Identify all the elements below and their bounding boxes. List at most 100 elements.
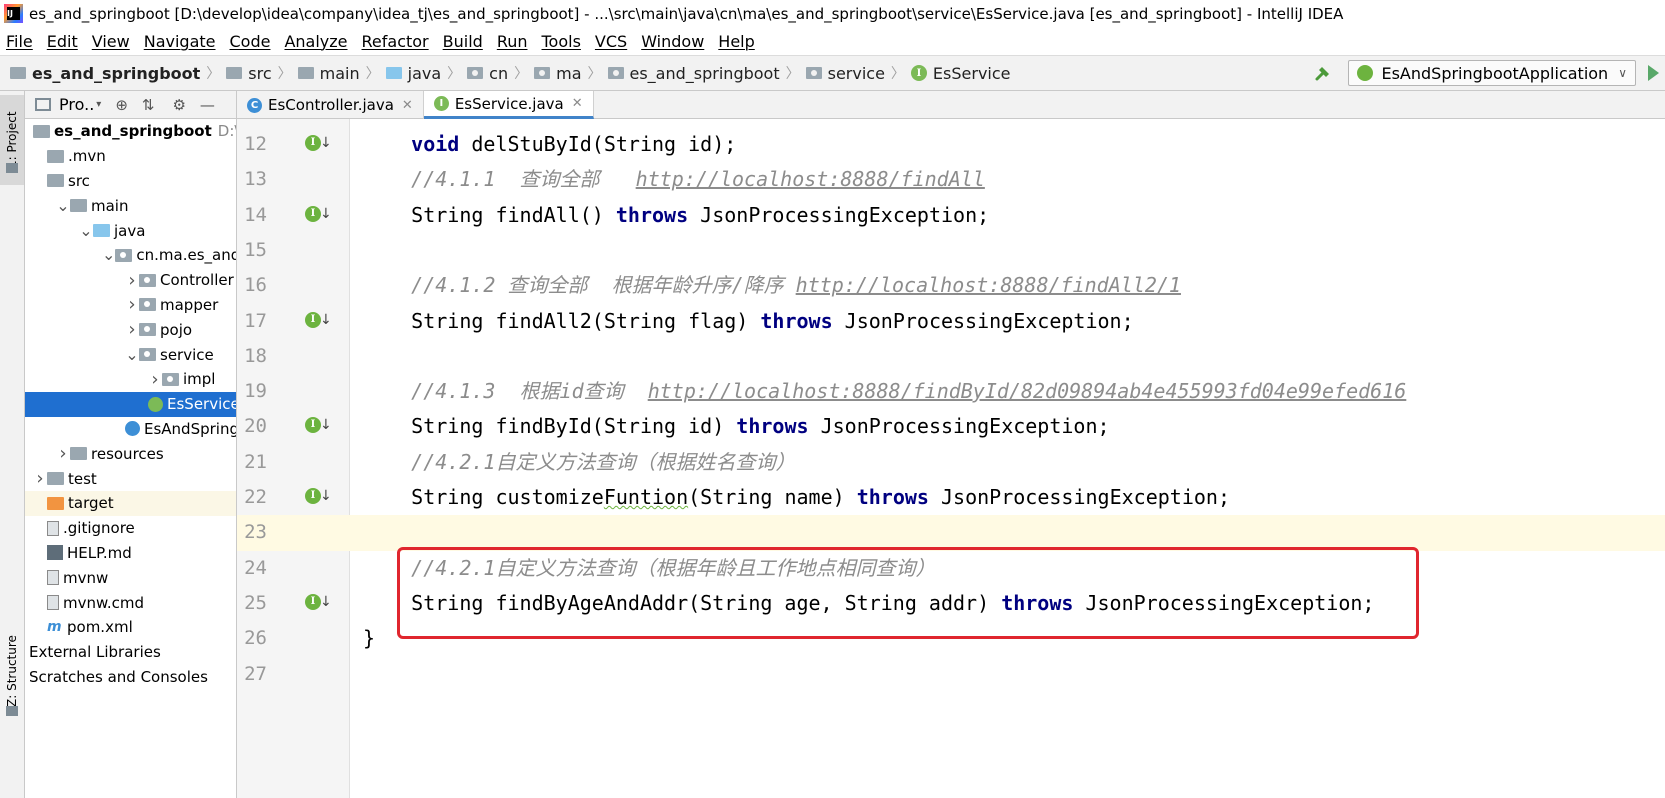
menu-view[interactable]: View — [92, 32, 130, 51]
breadcrumb-ma[interactable]: ma 〉 — [534, 63, 607, 83]
tree-item[interactable]: .mvn — [25, 144, 236, 169]
breadcrumb-java[interactable]: java 〉 — [385, 63, 468, 83]
menu-tools[interactable]: Tools — [542, 32, 581, 51]
chevron-down-icon[interactable]: ⌄ — [102, 247, 115, 263]
navigation-bar: es_and_springboot 〉 src 〉 main 〉 java 〉 cn 〉 … — [0, 55, 1665, 91]
tree-item[interactable]: target — [25, 491, 236, 516]
tab-esservice[interactable]: I EsService.java ✕ — [423, 91, 594, 119]
tree-item[interactable]: mvnw.cmd — [25, 590, 236, 615]
line-number: 14 — [244, 203, 267, 226]
chevron-right-icon[interactable]: › — [33, 468, 47, 489]
tree-item[interactable]: › resources — [25, 441, 236, 466]
breadcrumb-service[interactable]: service 〉 — [805, 63, 911, 83]
close-icon[interactable]: ✕ — [572, 96, 583, 111]
code-line[interactable]: 27 — [237, 657, 1665, 692]
tree-item[interactable]: ⌄ main — [25, 193, 236, 218]
code-line[interactable]: 23 — [237, 515, 1665, 551]
tree-item[interactable]: HELP.md — [25, 541, 236, 566]
gear-icon[interactable]: ⚙ — [172, 96, 185, 114]
tree-item[interactable]: Scratches and Consoles — [25, 665, 236, 690]
implemented-marker-icon[interactable]: I — [305, 205, 321, 222]
menu-analyze[interactable]: Analyze — [284, 32, 347, 51]
breadcrumb-cn[interactable]: cn 〉 — [467, 63, 534, 83]
menu-window[interactable]: Window — [641, 32, 704, 51]
chevron-right-icon[interactable]: › — [125, 319, 139, 340]
tree-item[interactable]: › pojo — [25, 317, 236, 342]
tree-item[interactable]: External Libraries — [25, 640, 236, 665]
tree-item[interactable]: ⌄ java — [25, 218, 236, 243]
run-configuration-select[interactable]: EsAndSpringbootApplication ∨ — [1348, 60, 1636, 86]
code-line[interactable]: 19 //4.1.3 根据id查询 http://localhost:8888/… — [237, 374, 1665, 409]
tree-item[interactable]: mvnw — [25, 565, 236, 590]
code-line[interactable]: 17 I ↓ String findAll2(String flag) throws… — [237, 304, 1665, 339]
code-text: //4.2.1自定义方法查询（根据姓名查询） — [363, 445, 795, 480]
menu-build[interactable]: Build — [443, 32, 483, 51]
tab-escontroller[interactable]: C EsController.java ✕ — [237, 91, 424, 119]
menu-run[interactable]: Run — [497, 32, 528, 51]
tree-item[interactable]: m pom.xml — [25, 615, 236, 640]
breadcrumb-es-and-springboot[interactable]: es_and_springboot 〉 — [607, 63, 806, 83]
code-line[interactable]: 21 //4.2.1自定义方法查询（根据姓名查询） — [237, 445, 1665, 480]
tree-item[interactable]: src — [25, 169, 236, 194]
breadcrumb-project[interactable]: es_and_springboot 〉 — [10, 63, 226, 83]
code-line[interactable]: 16 //4.1.2 查询全部 根据年龄升序/降序 http://localho… — [237, 268, 1665, 303]
chevron-down-icon[interactable]: ▾ — [96, 99, 101, 110]
code-line[interactable]: 20 I ↓ String findById(String id) throws J… — [237, 409, 1665, 444]
tree-item[interactable]: .gitignore — [25, 516, 236, 541]
tree-item[interactable]: EsAndSpringl — [25, 417, 236, 442]
chevron-right-icon[interactable]: › — [148, 369, 162, 390]
implemented-marker-icon[interactable]: I — [305, 311, 321, 328]
code-line[interactable]: 15 — [237, 233, 1665, 268]
menu-refactor[interactable]: Refactor — [362, 32, 429, 51]
project-view-selector[interactable]: Pro.. — [59, 95, 94, 114]
breadcrumb-esservice[interactable]: I EsService — [910, 64, 1011, 83]
menu-code[interactable]: Code — [230, 32, 271, 51]
tree-item[interactable]: es_and_springboot D:\develo — [25, 119, 236, 144]
close-icon[interactable]: ✕ — [402, 98, 413, 113]
code-line[interactable]: 14 I ↓ String findAll() throws JsonProcess… — [237, 198, 1665, 233]
code-editor[interactable]: 12 I ↓ void delStuById(String id); 13 //4.1… — [237, 119, 1665, 798]
implemented-marker-icon[interactable]: I — [305, 593, 321, 610]
menu-help[interactable]: Help — [718, 32, 754, 51]
collapse-all-icon[interactable]: ⇅ — [142, 96, 155, 114]
chevron-right-icon[interactable]: › — [125, 270, 139, 291]
build-hammer-icon[interactable] — [1314, 64, 1332, 82]
code-comment-link[interactable]: http://localhost:8888/findById/82d09894a… — [648, 379, 1407, 403]
code-comment-link[interactable]: http://localhost:8888/findAll — [636, 167, 985, 191]
chevron-down-icon[interactable]: ⌄ — [125, 346, 139, 362]
line-number: 26 — [244, 627, 267, 650]
tree-item[interactable]: › Controller — [25, 268, 236, 293]
code-comment-link[interactable]: http://localhost:8888/findAll2/1 — [796, 273, 1181, 297]
hide-panel-icon[interactable]: — — [200, 96, 215, 114]
line-number: 13 — [244, 168, 267, 191]
tree-item[interactable]: › test — [25, 466, 236, 491]
implemented-marker-icon[interactable]: I — [305, 417, 321, 434]
chevron-down-icon[interactable]: ⌄ — [56, 197, 70, 213]
code-line[interactable]: 22 I ↓ String customizeFuntion(String name… — [237, 480, 1665, 515]
breadcrumb-main[interactable]: main 〉 — [297, 63, 386, 83]
code-line[interactable]: 12 I ↓ void delStuById(String id); — [237, 127, 1665, 162]
code-line[interactable]: 18 — [237, 339, 1665, 374]
code-line[interactable]: 13 //4.1.1 查询全部 http://localhost:8888/fi… — [237, 162, 1665, 197]
tree-item[interactable]: ⌄ cn.ma.es_and_sp — [25, 243, 236, 268]
menu-file[interactable]: File — [6, 32, 33, 51]
menu-navigate[interactable]: Navigate — [144, 32, 216, 51]
menu-edit[interactable]: Edit — [47, 32, 78, 51]
breadcrumb-src[interactable]: src 〉 — [226, 63, 297, 83]
chevron-down-icon[interactable]: ⌄ — [79, 222, 93, 238]
tree-item[interactable]: › impl — [25, 367, 236, 392]
tree-item[interactable]: EsService — [25, 391, 236, 417]
implemented-marker-icon[interactable]: I — [305, 135, 321, 151]
tree-item[interactable]: › mapper — [25, 293, 236, 318]
run-icon[interactable] — [1648, 65, 1659, 81]
tree-item[interactable]: ⌄ service — [25, 342, 236, 367]
implemented-marker-icon[interactable]: I — [305, 488, 321, 504]
menu-vcs[interactable]: VCS — [595, 32, 627, 51]
source-folder-icon — [385, 67, 402, 79]
chevron-right-icon[interactable]: › — [125, 294, 139, 315]
code-comment: //4.1.3 根据id查询 — [363, 379, 648, 404]
chevron-right-icon[interactable]: › — [56, 443, 70, 464]
chevron-right-icon: 〉 — [514, 66, 529, 82]
locate-icon[interactable]: ⊕ — [115, 96, 128, 114]
code-keyword: void — [411, 132, 460, 156]
